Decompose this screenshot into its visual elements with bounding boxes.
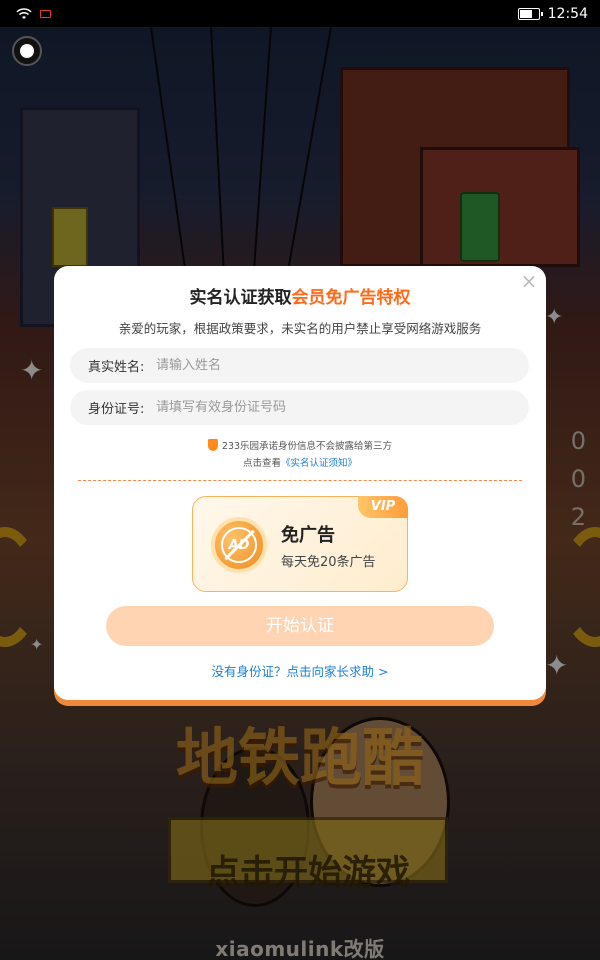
no-ad-icon: AD (211, 517, 267, 573)
privacy-promise: 233乐园承诺身份信息不会披露给第三方 (54, 438, 546, 452)
title-prefix: 实名认证获取 (189, 288, 292, 308)
notice-prefix: 点击查看 (242, 458, 281, 469)
battery-icon (517, 7, 543, 20)
shield-icon (207, 439, 218, 451)
name-label: 真实姓名: (88, 360, 145, 375)
dialog-title: 实名认证获取会员免广告特权 (54, 283, 546, 308)
dashed-divider (78, 480, 522, 481)
status-icons-right: 12:54 (517, 5, 588, 22)
start-verification-button[interactable]: 开始认证 (106, 606, 494, 646)
privacy-promise-text: 233乐园承诺身份信息不会披露给第三方 (221, 441, 393, 452)
vip-desc: 每天免20条广告 (281, 555, 376, 570)
floating-ball-button[interactable] (12, 36, 42, 66)
ad-icon-ring: AD (221, 527, 257, 563)
notice-line: 点击查看《实名认证须知》 (54, 455, 546, 469)
status-icons-left (16, 7, 51, 20)
notice-link[interactable]: 《实名认证须知》 (281, 458, 357, 469)
id-input[interactable] (156, 400, 516, 415)
name-input[interactable] (156, 358, 516, 373)
ad-icon-text: AD (228, 537, 250, 553)
vip-badge: VIP (358, 496, 408, 518)
real-name-dialog: × 实名认证获取会员免广告特权 亲爱的玩家，根据政策要求，未实名的用户禁止享受网… (54, 266, 546, 700)
parent-help-link[interactable]: 没有身份证？点击向家长求助 > (54, 661, 546, 680)
wifi-icon (16, 7, 32, 19)
vip-benefit-card: VIP AD 免广告 每天免20条广告 (192, 496, 408, 592)
title-highlight: 会员免广告特权 (291, 288, 411, 308)
id-field[interactable]: 身份证号: (70, 390, 529, 425)
screen-record-icon (40, 9, 51, 18)
floating-ball-dot-icon (20, 44, 34, 58)
status-time: 12:54 (547, 5, 588, 22)
id-label: 身份证号: (88, 402, 145, 417)
name-field[interactable]: 真实姓名: (70, 348, 529, 383)
vip-title: 免广告 (281, 525, 335, 546)
dialog-subtitle: 亲爱的玩家，根据政策要求，未实名的用户禁止享受网络游戏服务 (118, 321, 482, 336)
status-bar: 12:54 (0, 0, 600, 27)
